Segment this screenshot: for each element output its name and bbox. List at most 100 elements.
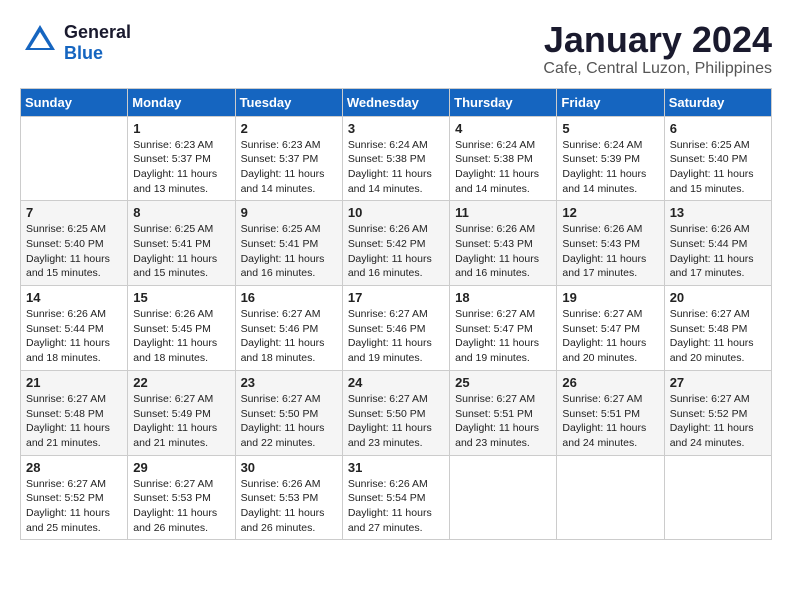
logo-icon xyxy=(20,20,60,65)
daylight-text: Daylight: 11 hours and 14 minutes. xyxy=(241,167,337,196)
sunrise-text: Sunrise: 6:27 AM xyxy=(455,307,551,322)
logo: General Blue xyxy=(20,20,131,65)
daylight-text: Daylight: 11 hours and 25 minutes. xyxy=(26,506,122,535)
sunset-text: Sunset: 5:54 PM xyxy=(348,491,444,506)
calendar-header-row: SundayMondayTuesdayWednesdayThursdayFrid… xyxy=(21,88,772,116)
day-info: Sunrise: 6:27 AM Sunset: 5:48 PM Dayligh… xyxy=(670,307,766,366)
day-info: Sunrise: 6:27 AM Sunset: 5:50 PM Dayligh… xyxy=(348,392,444,451)
day-number: 5 xyxy=(562,121,658,136)
calendar-table: SundayMondayTuesdayWednesdayThursdayFrid… xyxy=(20,88,772,541)
sunrise-text: Sunrise: 6:27 AM xyxy=(133,392,229,407)
sunset-text: Sunset: 5:47 PM xyxy=(455,322,551,337)
sunrise-text: Sunrise: 6:27 AM xyxy=(670,307,766,322)
day-info: Sunrise: 6:27 AM Sunset: 5:49 PM Dayligh… xyxy=(133,392,229,451)
sunrise-text: Sunrise: 6:26 AM xyxy=(241,477,337,492)
sunset-text: Sunset: 5:44 PM xyxy=(26,322,122,337)
day-info: Sunrise: 6:26 AM Sunset: 5:43 PM Dayligh… xyxy=(455,222,551,281)
daylight-text: Daylight: 11 hours and 16 minutes. xyxy=(348,252,444,281)
sunrise-text: Sunrise: 6:26 AM xyxy=(562,222,658,237)
day-info: Sunrise: 6:24 AM Sunset: 5:39 PM Dayligh… xyxy=(562,138,658,197)
daylight-text: Daylight: 11 hours and 22 minutes. xyxy=(241,421,337,450)
sunset-text: Sunset: 5:43 PM xyxy=(562,237,658,252)
calendar-cell: 29 Sunrise: 6:27 AM Sunset: 5:53 PM Dayl… xyxy=(128,455,235,540)
calendar-cell: 18 Sunrise: 6:27 AM Sunset: 5:47 PM Dayl… xyxy=(450,286,557,371)
sunrise-text: Sunrise: 6:25 AM xyxy=(26,222,122,237)
sunset-text: Sunset: 5:49 PM xyxy=(133,407,229,422)
day-number: 22 xyxy=(133,375,229,390)
sunset-text: Sunset: 5:50 PM xyxy=(241,407,337,422)
calendar-cell: 28 Sunrise: 6:27 AM Sunset: 5:52 PM Dayl… xyxy=(21,455,128,540)
sunrise-text: Sunrise: 6:25 AM xyxy=(241,222,337,237)
calendar-cell: 12 Sunrise: 6:26 AM Sunset: 5:43 PM Dayl… xyxy=(557,201,664,286)
sunset-text: Sunset: 5:37 PM xyxy=(241,152,337,167)
day-header-monday: Monday xyxy=(128,88,235,116)
daylight-text: Daylight: 11 hours and 26 minutes. xyxy=(241,506,337,535)
sunrise-text: Sunrise: 6:23 AM xyxy=(241,138,337,153)
day-info: Sunrise: 6:27 AM Sunset: 5:53 PM Dayligh… xyxy=(133,477,229,536)
sunrise-text: Sunrise: 6:27 AM xyxy=(241,307,337,322)
calendar-cell: 17 Sunrise: 6:27 AM Sunset: 5:46 PM Dayl… xyxy=(342,286,449,371)
logo-text: General Blue xyxy=(64,22,131,64)
day-info: Sunrise: 6:27 AM Sunset: 5:48 PM Dayligh… xyxy=(26,392,122,451)
calendar-cell xyxy=(450,455,557,540)
day-info: Sunrise: 6:26 AM Sunset: 5:44 PM Dayligh… xyxy=(670,222,766,281)
day-number: 7 xyxy=(26,205,122,220)
sunrise-text: Sunrise: 6:24 AM xyxy=(562,138,658,153)
day-info: Sunrise: 6:25 AM Sunset: 5:40 PM Dayligh… xyxy=(26,222,122,281)
sunset-text: Sunset: 5:53 PM xyxy=(241,491,337,506)
sunset-text: Sunset: 5:51 PM xyxy=(455,407,551,422)
day-info: Sunrise: 6:23 AM Sunset: 5:37 PM Dayligh… xyxy=(241,138,337,197)
day-number: 29 xyxy=(133,460,229,475)
calendar-cell: 13 Sunrise: 6:26 AM Sunset: 5:44 PM Dayl… xyxy=(664,201,771,286)
daylight-text: Daylight: 11 hours and 20 minutes. xyxy=(670,336,766,365)
sunset-text: Sunset: 5:37 PM xyxy=(133,152,229,167)
day-number: 4 xyxy=(455,121,551,136)
day-header-thursday: Thursday xyxy=(450,88,557,116)
sunrise-text: Sunrise: 6:24 AM xyxy=(348,138,444,153)
day-number: 6 xyxy=(670,121,766,136)
day-header-sunday: Sunday xyxy=(21,88,128,116)
day-number: 15 xyxy=(133,290,229,305)
day-info: Sunrise: 6:27 AM Sunset: 5:52 PM Dayligh… xyxy=(670,392,766,451)
day-number: 12 xyxy=(562,205,658,220)
day-number: 27 xyxy=(670,375,766,390)
daylight-text: Daylight: 11 hours and 17 minutes. xyxy=(670,252,766,281)
calendar-cell: 16 Sunrise: 6:27 AM Sunset: 5:46 PM Dayl… xyxy=(235,286,342,371)
calendar-cell: 4 Sunrise: 6:24 AM Sunset: 5:38 PM Dayli… xyxy=(450,116,557,201)
day-number: 3 xyxy=(348,121,444,136)
day-number: 8 xyxy=(133,205,229,220)
day-info: Sunrise: 6:25 AM Sunset: 5:41 PM Dayligh… xyxy=(133,222,229,281)
day-number: 24 xyxy=(348,375,444,390)
sunrise-text: Sunrise: 6:26 AM xyxy=(348,477,444,492)
sunset-text: Sunset: 5:41 PM xyxy=(133,237,229,252)
calendar-week-2: 7 Sunrise: 6:25 AM Sunset: 5:40 PM Dayli… xyxy=(21,201,772,286)
day-info: Sunrise: 6:27 AM Sunset: 5:47 PM Dayligh… xyxy=(562,307,658,366)
calendar-cell: 27 Sunrise: 6:27 AM Sunset: 5:52 PM Dayl… xyxy=(664,370,771,455)
location: Cafe, Central Luzon, Philippines xyxy=(543,60,772,78)
calendar-cell xyxy=(664,455,771,540)
daylight-text: Daylight: 11 hours and 19 minutes. xyxy=(455,336,551,365)
sunrise-text: Sunrise: 6:26 AM xyxy=(455,222,551,237)
sunrise-text: Sunrise: 6:27 AM xyxy=(455,392,551,407)
daylight-text: Daylight: 11 hours and 16 minutes. xyxy=(241,252,337,281)
day-info: Sunrise: 6:27 AM Sunset: 5:51 PM Dayligh… xyxy=(455,392,551,451)
sunrise-text: Sunrise: 6:26 AM xyxy=(670,222,766,237)
calendar-week-3: 14 Sunrise: 6:26 AM Sunset: 5:44 PM Dayl… xyxy=(21,286,772,371)
daylight-text: Daylight: 11 hours and 18 minutes. xyxy=(26,336,122,365)
daylight-text: Daylight: 11 hours and 14 minutes. xyxy=(562,167,658,196)
calendar-cell: 22 Sunrise: 6:27 AM Sunset: 5:49 PM Dayl… xyxy=(128,370,235,455)
sunrise-text: Sunrise: 6:23 AM xyxy=(133,138,229,153)
calendar-cell: 11 Sunrise: 6:26 AM Sunset: 5:43 PM Dayl… xyxy=(450,201,557,286)
calendar-cell: 30 Sunrise: 6:26 AM Sunset: 5:53 PM Dayl… xyxy=(235,455,342,540)
calendar-cell: 5 Sunrise: 6:24 AM Sunset: 5:39 PM Dayli… xyxy=(557,116,664,201)
sunrise-text: Sunrise: 6:27 AM xyxy=(26,392,122,407)
sunset-text: Sunset: 5:38 PM xyxy=(348,152,444,167)
day-info: Sunrise: 6:27 AM Sunset: 5:51 PM Dayligh… xyxy=(562,392,658,451)
daylight-text: Daylight: 11 hours and 19 minutes. xyxy=(348,336,444,365)
daylight-text: Daylight: 11 hours and 27 minutes. xyxy=(348,506,444,535)
daylight-text: Daylight: 11 hours and 23 minutes. xyxy=(455,421,551,450)
day-number: 11 xyxy=(455,205,551,220)
daylight-text: Daylight: 11 hours and 24 minutes. xyxy=(670,421,766,450)
sunset-text: Sunset: 5:40 PM xyxy=(26,237,122,252)
day-info: Sunrise: 6:26 AM Sunset: 5:43 PM Dayligh… xyxy=(562,222,658,281)
